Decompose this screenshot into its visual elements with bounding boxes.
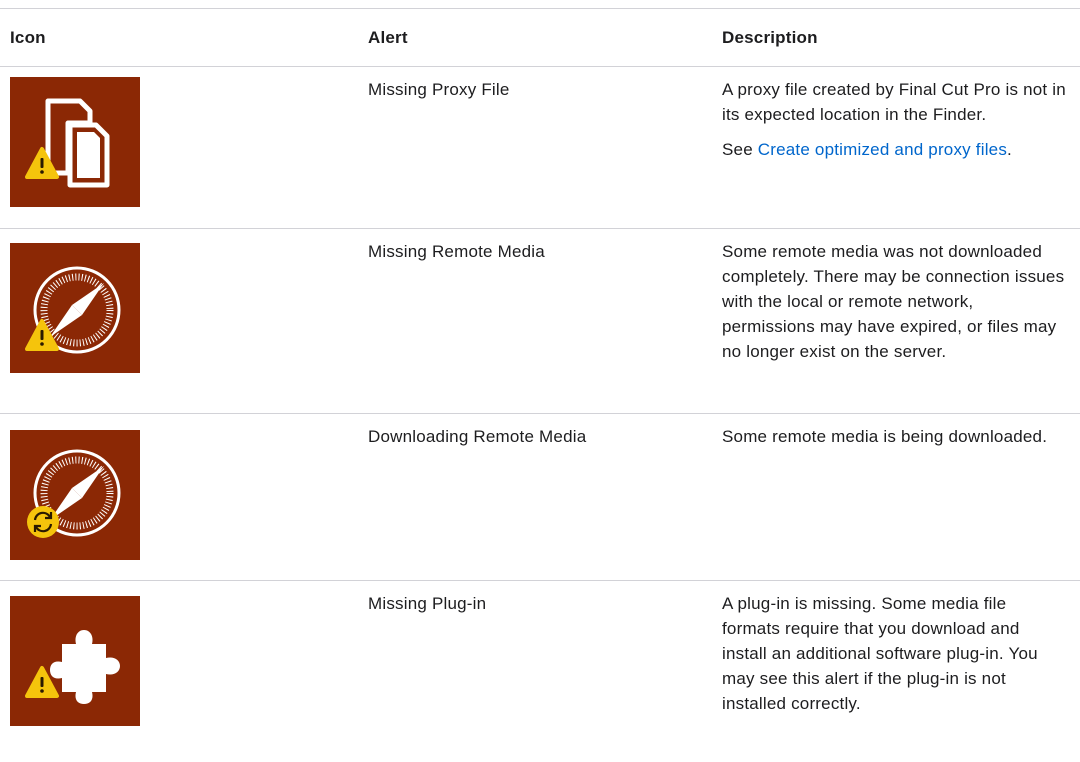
alert-description: Some remote media is being downloaded. [722, 424, 1067, 449]
missing-plug-in-icon [10, 596, 140, 726]
description-text: Some remote media is being downloaded. [722, 427, 1048, 446]
table-row: Downloading Remote Media Some remote med… [0, 414, 1080, 581]
missing-remote-media-icon [10, 243, 140, 373]
see-also: See Create optimized and proxy files. [722, 137, 1067, 162]
alert-name: Missing Plug-in [368, 594, 487, 613]
column-header-alert: Alert [368, 28, 408, 47]
column-header-description: Description [722, 28, 818, 47]
table-row: Missing Proxy File A proxy file created … [0, 67, 1080, 229]
column-header-icon: Icon [10, 28, 46, 47]
description-text: Some remote media was not downloaded com… [722, 242, 1065, 361]
see-suffix: . [1007, 140, 1012, 159]
create-optimized-proxy-files-link[interactable]: Create optimized and proxy files [758, 140, 1007, 159]
table-header-row: Icon Alert Description [0, 9, 1080, 67]
alert-description: Some remote media was not downloaded com… [722, 239, 1067, 364]
alert-description: A proxy file created by Final Cut Pro is… [722, 77, 1067, 162]
table-row: Missing Remote Media Some remote media w… [0, 229, 1080, 414]
alert-description: A plug-in is missing. Some media file fo… [722, 591, 1067, 716]
alert-name: Downloading Remote Media [368, 427, 587, 446]
see-prefix: See [722, 140, 758, 159]
description-text: A plug-in is missing. Some media file fo… [722, 594, 1038, 713]
alert-name: Missing Proxy File [368, 80, 510, 99]
table-row: Missing Plug-in A plug-in is missing. So… [0, 581, 1080, 762]
missing-proxy-file-icon [10, 77, 140, 207]
alert-name: Missing Remote Media [368, 242, 545, 261]
downloading-remote-media-icon [10, 430, 140, 560]
description-text: A proxy file created by Final Cut Pro is… [722, 80, 1066, 124]
